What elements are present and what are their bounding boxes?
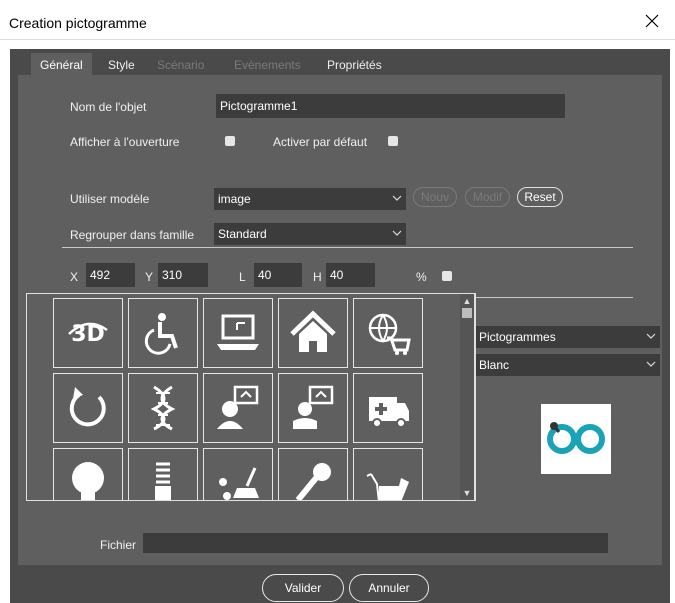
title-bar: Creation pictogramme (0, 0, 675, 40)
icon-cell-man-chat[interactable] (278, 373, 348, 443)
dialog-body: Général Style Scénario Evènements Propri… (10, 49, 670, 603)
l-input[interactable]: 40 (254, 263, 302, 287)
icon-cell-home[interactable] (278, 298, 348, 368)
energy-bulb-icon (155, 462, 171, 500)
chevron-down-icon (392, 230, 402, 236)
icon-cell-dog[interactable] (353, 448, 423, 500)
percent-label: % (416, 270, 427, 284)
h-label: H (313, 270, 322, 284)
validate-button[interactable]: Valider (262, 574, 344, 602)
scroll-thumb[interactable] (462, 308, 472, 318)
file-input[interactable] (143, 533, 608, 553)
home-icon (290, 310, 336, 352)
laptop-icon (217, 314, 259, 350)
icon-cell-lightbulb[interactable] (53, 448, 123, 500)
icon-preview (541, 404, 611, 474)
icon-cell-globe-cart[interactable] (353, 298, 423, 368)
tab-bar: Général Style Scénario Evènements Propri… (10, 49, 670, 75)
l-label: L (239, 270, 246, 284)
icon-category-value: Pictogrammes (479, 330, 556, 344)
icon-cell-microphone[interactable] (278, 448, 348, 500)
modify-template-button: Modif (465, 187, 510, 207)
woman-chat-icon (217, 385, 259, 429)
microphone-icon (295, 463, 331, 500)
chevron-down-icon (392, 195, 402, 201)
group-family-value: Standard (218, 227, 267, 241)
close-icon[interactable] (629, 8, 675, 36)
separator (62, 247, 633, 248)
tools-icon (219, 467, 259, 500)
icon-cell-energy-bulb[interactable] (128, 448, 198, 500)
object-name-label: Nom de l'objet (70, 100, 147, 114)
3d-icon: 3D (68, 322, 108, 347)
group-family-label: Regrouper dans famille (70, 228, 195, 242)
use-template-label: Utiliser modèle (70, 192, 150, 206)
cancel-button[interactable]: Annuler (349, 574, 429, 602)
dna-icon (150, 385, 176, 431)
window-title: Creation pictogramme (9, 15, 147, 31)
x-input[interactable]: 492 (86, 263, 135, 287)
group-family-select[interactable]: Standard (214, 223, 406, 245)
y-input[interactable]: 310 (158, 263, 208, 287)
icon-cell-ambulance[interactable] (353, 373, 423, 443)
scroll-down-icon[interactable]: ▼ (460, 486, 474, 500)
show-on-open-label: Afficher à l'ouverture (70, 135, 180, 149)
x-label: X (70, 270, 79, 284)
preview-logo-icon (547, 422, 605, 454)
icon-category-select[interactable]: Pictogrammes (475, 326, 660, 348)
tab-general[interactable]: Général (31, 53, 92, 75)
icon-cell-tools[interactable] (203, 448, 273, 500)
man-chat-icon (293, 385, 334, 429)
icon-cell-woman-chat[interactable] (203, 373, 273, 443)
ambulance-icon (369, 397, 409, 428)
activate-default-checkbox[interactable] (388, 136, 398, 146)
lightbulb-icon (72, 462, 104, 500)
refresh-icon (69, 387, 106, 427)
tab-scenario: Scénario (157, 58, 205, 72)
icon-cell-refresh[interactable] (53, 373, 123, 443)
icon-cell-laptop[interactable] (203, 298, 273, 368)
file-label: Fichier (100, 538, 137, 552)
tab-evenements: Evènements (234, 58, 301, 72)
chevron-down-icon (646, 361, 656, 367)
icon-cell-3d[interactable]: 3D (53, 298, 123, 368)
use-template-value: image (218, 192, 251, 206)
icon-cell-wheelchair[interactable] (128, 298, 198, 368)
h-input[interactable]: 40 (326, 263, 375, 287)
scroll-up-icon[interactable]: ▲ (460, 294, 474, 308)
globe-cart-icon (368, 313, 411, 355)
tab-style[interactable]: Style (108, 58, 135, 72)
reset-button[interactable]: Reset (517, 187, 563, 207)
icon-cell-dna[interactable] (128, 373, 198, 443)
new-template-button: Nouv (413, 187, 457, 207)
icon-color-value: Blanc (479, 358, 510, 372)
object-name-input[interactable]: Pictogramme1 (216, 94, 565, 118)
icon-grid-scrollbar[interactable]: ▲ ▼ (460, 293, 475, 501)
percent-checkbox[interactable] (442, 271, 452, 281)
y-label: Y (145, 270, 154, 284)
use-template-select[interactable]: image (214, 188, 406, 210)
icon-color-select[interactable]: Blanc (475, 354, 660, 376)
chevron-down-icon (646, 333, 656, 339)
dog-icon (366, 473, 409, 500)
activate-default-label: Activer par défaut (273, 135, 368, 149)
wheelchair-icon (144, 313, 178, 355)
icon-grid: 3D (26, 293, 476, 501)
tab-proprietes[interactable]: Propriétés (327, 58, 382, 72)
show-on-open-checkbox[interactable] (225, 136, 235, 146)
